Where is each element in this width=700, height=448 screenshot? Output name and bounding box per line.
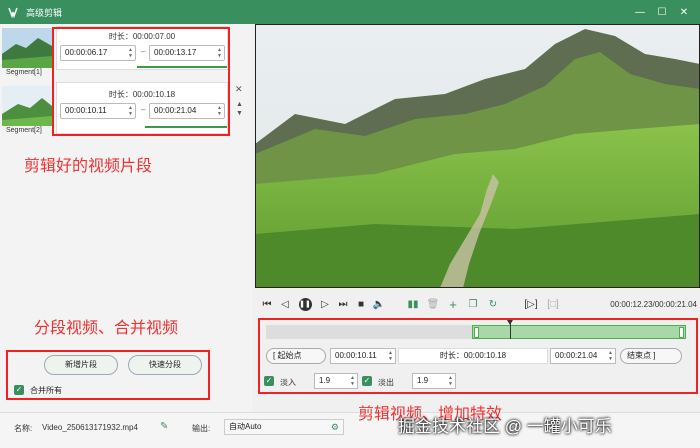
mark-out-icon[interactable]: [□]	[545, 292, 561, 316]
end-time-field[interactable]: 00:00:21.04 ▲ ▼	[550, 348, 616, 364]
title-bar: 高级剪辑 — ☐ ✕	[0, 0, 700, 24]
segment-label: Segment[2]	[6, 127, 42, 134]
quick-split-button[interactable]: 快速分段	[128, 355, 202, 375]
segment-thumbnail[interactable]	[2, 28, 52, 68]
selection-end-handle[interactable]	[678, 327, 684, 338]
step-forward-icon[interactable]: ▷	[317, 292, 333, 316]
stop-icon[interactable]: ■	[353, 292, 369, 316]
watermark: 掘金技术社区 @ 一罐小可乐	[398, 417, 612, 436]
timeline-track[interactable]	[266, 320, 686, 339]
file-name: Video_250613171932.mp4	[42, 423, 138, 432]
spinner-icon[interactable]: ▲ ▼	[128, 47, 133, 59]
refresh-icon[interactable]: ↻	[485, 292, 501, 316]
fade-out-checkbox[interactable]: ✓	[362, 376, 372, 386]
spinner-icon[interactable]: ▲ ▼	[350, 375, 355, 387]
output-label: 输出:	[192, 424, 211, 433]
skip-end-icon[interactable]: ⏭	[335, 292, 351, 316]
fade-in-label: 淡入	[280, 378, 296, 387]
fade-in-field[interactable]: 1.9 ▲ ▼	[314, 373, 358, 389]
maximize-icon[interactable]: ☐	[650, 0, 674, 24]
spinner-icon[interactable]: ▲ ▼	[128, 105, 133, 117]
volume-icon[interactable]: 🔈	[371, 292, 387, 316]
segment-card[interactable]: 时长：00:00:07.00 00:00:06.17 ▲ ▼ – 00:00:13.…	[56, 26, 228, 70]
fade-out-field[interactable]: 1.9 ▲ ▼	[412, 373, 456, 389]
set-start-button[interactable]: [ 起始点	[266, 348, 326, 364]
pause-icon[interactable]: ❚❚	[297, 292, 313, 316]
edit-name-icon[interactable]: ✎	[160, 421, 168, 432]
edit-panel: [ 起始点 00:00:10.11 ▲ ▼ 时长：00:00:10.18 00:00…	[258, 318, 698, 394]
fade-out-label: 淡出	[378, 378, 394, 387]
player-controls: ⏮ ◁ ❚❚ ▷ ⏭ ■ 🔈 ▮▮ 🗑 + ❐ ↻ [▷] [□] 00:00:…	[255, 292, 700, 316]
add-segment-button[interactable]: 新增片段	[44, 355, 118, 375]
segment-thumbnail[interactable]	[2, 86, 52, 126]
name-label: 名称:	[14, 424, 33, 433]
playhead[interactable]	[506, 320, 513, 339]
spinner-icon[interactable]: ▲ ▼	[448, 375, 453, 387]
gear-icon[interactable]: ⚙	[331, 420, 339, 434]
segment-range-bar	[137, 66, 227, 68]
split-icon[interactable]: ▮▮	[405, 292, 421, 316]
segment-start-field[interactable]: 00:00:06.17 ▲ ▼	[60, 45, 136, 61]
copy-icon[interactable]: ❐	[465, 292, 481, 316]
spinner-icon[interactable]: ▲ ▼	[217, 105, 222, 117]
start-time-field[interactable]: 00:00:10.11 ▲ ▼	[330, 348, 396, 364]
annotation-segments: 剪辑好的视频片段	[24, 158, 153, 175]
step-back-icon[interactable]: ◁	[277, 292, 293, 316]
segment-panel: Segment[1] 时长：00:00:07.00 00:00:06.17 ▲ ▼ …	[0, 24, 252, 412]
segment-label: Segment[1]	[6, 69, 42, 76]
spinner-icon[interactable]: ▲ ▼	[217, 47, 222, 59]
segment-duration: 时长：00:00:07.00	[108, 32, 176, 41]
segment-range-bar	[145, 126, 227, 128]
add-icon[interactable]: +	[445, 292, 461, 316]
segment-duration: 时长：00:00:10.18	[108, 90, 176, 99]
annotation-split-merge: 分段视频、合并视频	[34, 320, 179, 337]
mark-in-icon[interactable]: [▷]	[523, 292, 539, 316]
app-logo-icon	[6, 5, 20, 19]
close-segment-icon[interactable]: ✕	[235, 84, 243, 95]
set-end-button[interactable]: 结束点 ]	[620, 348, 682, 364]
duration-field: 时长：00:00:10.18	[398, 348, 548, 364]
reorder-icon[interactable]: ▲ ▼	[236, 100, 243, 118]
minimize-icon[interactable]: —	[628, 0, 652, 24]
merge-all-checkbox[interactable]: ✓	[14, 385, 24, 395]
time-display: 00:00:12.23/00:00:21.04	[610, 299, 697, 309]
skip-start-icon[interactable]: ⏮	[259, 292, 275, 316]
selection-start-handle[interactable]	[473, 327, 479, 338]
delete-icon[interactable]: 🗑	[425, 292, 441, 316]
video-preview[interactable]	[255, 24, 700, 288]
fade-in-checkbox[interactable]: ✓	[264, 376, 274, 386]
spinner-icon[interactable]: ▲ ▼	[608, 350, 613, 362]
merge-all-label: 合并所有	[30, 386, 62, 395]
segment-card[interactable]: 时长：00:00:10.18 00:00:10.11 ▲ ▼ – 00:00:21.…	[56, 82, 228, 134]
close-icon[interactable]: ✕	[672, 0, 696, 24]
segment-end-field[interactable]: 00:00:21.04 ▲ ▼	[149, 103, 225, 119]
spinner-icon[interactable]: ▲ ▼	[388, 350, 393, 362]
segment-end-field[interactable]: 00:00:13.17 ▲ ▼	[149, 45, 225, 61]
segment-start-field[interactable]: 00:00:10.11 ▲ ▼	[60, 103, 136, 119]
output-field[interactable]: 自动Auto ⚙	[224, 419, 344, 435]
window-title: 高级剪辑	[26, 7, 63, 18]
timeline-selection[interactable]	[471, 325, 686, 339]
